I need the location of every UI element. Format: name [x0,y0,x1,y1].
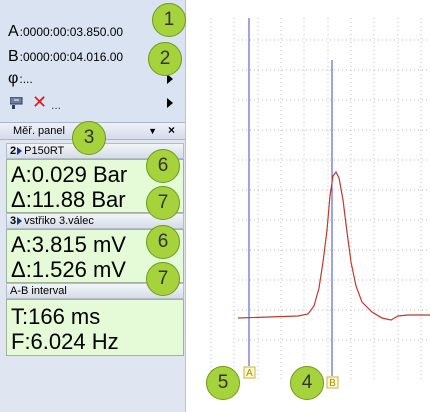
callout-badge: 7 [146,262,180,296]
callout-badge: 4 [290,366,324,400]
callout-badge: 2 [148,42,182,76]
channel-index: 2 [10,145,17,157]
phi-value: :... [19,72,33,86]
signal-trace [237,170,430,321]
delete-icon[interactable]: ✕ [32,94,47,112]
panel-title: Měř. panel [13,125,65,137]
callout-badge: 1 [152,3,186,37]
channel-arrow-icon [17,147,23,156]
cursor-a-time: :0000:00:03.850.00 [19,25,124,39]
cursor-a-row[interactable]: A :0000:00:03.850.00 [8,22,123,42]
channel-delta-value: Δ:1.526 mV [11,257,126,282]
interval-f-value: F:6.024 Hz [11,329,119,354]
phase-row[interactable]: φ :... [8,69,33,89]
interval-title: A-B interval [10,285,67,297]
channel-arrow-icon [17,217,23,226]
cursor-b-row[interactable]: B :0000:00:04.016.00 [8,47,123,67]
callout-badge: 6 [146,149,180,183]
pin-icon[interactable]: ▼ [148,123,157,139]
waveform-plot[interactable]: A B [186,0,430,412]
interval-readout: T:166 ms F:6.024 Hz [6,299,184,356]
plot-grid [210,18,430,380]
channel-index: 3 [10,215,17,227]
channel-delta-value: Δ:11.88 Bar [11,187,126,212]
cursor-a-marker-label: A [246,368,253,379]
channel-a-value: A:3.815 mV [11,232,126,257]
callout-badge: 7 [146,186,180,220]
channel-a-value: A:0.029 Bar [11,162,128,187]
cursor-b-marker-label: B [329,378,336,389]
interval-t-value: T:166 ms [11,304,101,329]
channel-name: vstřiko 3.válec [24,215,94,227]
callout-badge: 6 [146,225,180,259]
callout-badge: 5 [206,366,240,400]
cursor-b-time: :0000:00:04.016.00 [19,50,124,64]
cursor-b-label: B [8,48,19,65]
callout-badge: 3 [72,121,106,155]
measure-tool-icon[interactable] [10,97,24,109]
tool-row-text: ... [51,98,62,112]
cursor-a-label: A [8,23,19,40]
close-panel-button[interactable]: × [168,122,175,138]
channel-name: P150RT [24,145,65,157]
tool-expand-arrow-icon[interactable] [167,98,173,108]
phi-label: φ [8,70,19,87]
